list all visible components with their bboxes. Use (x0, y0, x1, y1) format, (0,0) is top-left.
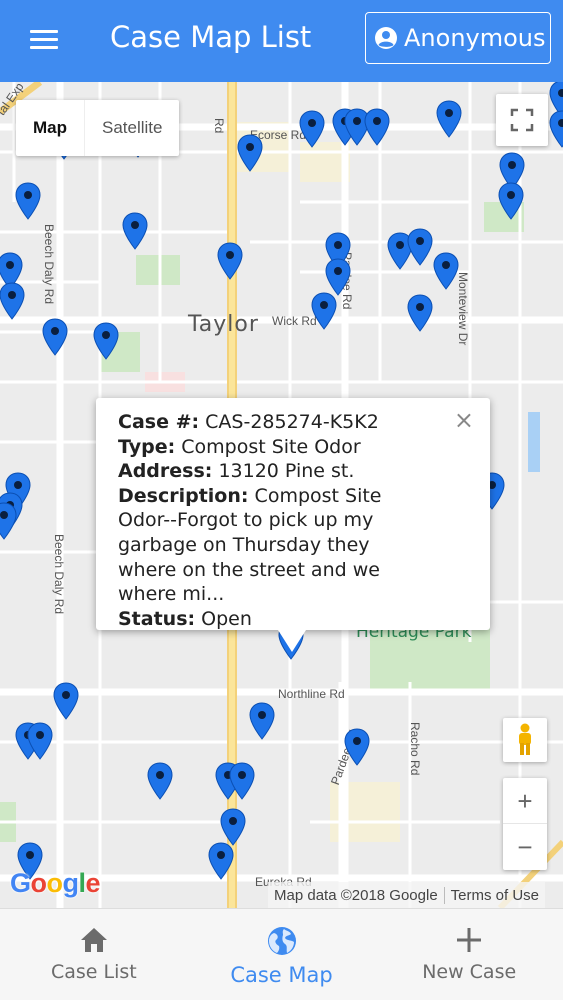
map-canvas[interactable]: Ecorse Rd Wick Rd Northline Rd Eureka Rd… (0, 82, 563, 908)
case-pin-marker[interactable] (229, 762, 255, 800)
account-label: Anonymous (404, 24, 546, 52)
case-pin-marker[interactable] (407, 228, 433, 266)
fullscreen-button[interactable] (496, 94, 548, 146)
case-pin-marker[interactable] (15, 182, 41, 220)
case-pin-marker[interactable] (498, 182, 524, 220)
nav-case-map-label: Case Map (230, 963, 333, 987)
case-pin-marker[interactable] (53, 682, 79, 720)
case-pin-marker[interactable] (42, 318, 68, 356)
road-label-beech-daly-2: Beech Daly Rd (52, 534, 66, 615)
google-logo: Google (10, 868, 101, 898)
road-label-northline: Northline Rd (278, 687, 345, 701)
map-type-satellite-button[interactable]: Satellite (85, 100, 179, 156)
map-type-map-button[interactable]: Map (16, 100, 85, 156)
case-pin-marker[interactable] (220, 808, 246, 846)
case-pin-marker[interactable] (122, 212, 148, 250)
road-label-racho: Racho Rd (408, 722, 422, 776)
info-case-number: CAS-285274-K5K2 (205, 411, 379, 433)
zoom-in-button[interactable]: + (503, 778, 547, 824)
road-label-wick: Wick Rd (272, 314, 317, 328)
globe-icon (267, 927, 296, 955)
plus-icon (457, 928, 482, 952)
case-pin-marker[interactable] (0, 502, 17, 540)
zoom-out-button[interactable]: − (503, 824, 547, 870)
case-pin-marker[interactable] (344, 728, 370, 766)
case-pin-marker[interactable] (0, 282, 25, 320)
info-address-value: 13120 Pine st. (218, 460, 355, 483)
case-pin-marker[interactable] (433, 252, 459, 290)
home-icon (80, 928, 107, 952)
case-pin-marker[interactable] (249, 702, 275, 740)
menu-button[interactable] (22, 22, 64, 60)
case-pin-marker[interactable] (208, 842, 234, 880)
info-window-pointer (278, 630, 306, 652)
case-pin-marker[interactable] (27, 722, 53, 760)
hamburger-icon (30, 30, 58, 33)
info-case-row: Case #: CAS-285274-K5K2 (118, 411, 379, 433)
nav-new-case-label: New Case (422, 961, 517, 983)
nav-case-list-label: Case List (50, 961, 137, 983)
terms-of-use-link[interactable]: Terms of Use (443, 886, 545, 904)
case-pin-marker[interactable] (299, 110, 325, 148)
road-label-beech-daly-1: Beech Daly Rd (42, 224, 56, 305)
nav-case-map[interactable]: Case Map (188, 909, 376, 1000)
map-attribution: Map data ©2018 Google Terms of Use (268, 882, 546, 908)
street-view-pegman[interactable] (503, 718, 547, 762)
case-pin-marker[interactable] (217, 242, 243, 280)
case-pin-marker[interactable] (93, 322, 119, 360)
case-pin-marker[interactable] (364, 108, 390, 146)
case-pin-marker[interactable] (407, 294, 433, 332)
city-label: Taylor (188, 312, 259, 337)
case-pin-marker[interactable] (237, 134, 263, 172)
info-address-row: Address: 13120 Pine st. (118, 460, 355, 483)
zoom-control: + − (503, 778, 547, 870)
case-pin-marker[interactable] (325, 258, 351, 296)
account-button[interactable]: Anonymous (365, 12, 551, 64)
case-pin-marker[interactable] (549, 110, 563, 148)
fullscreen-icon (510, 108, 534, 132)
close-icon[interactable]: × (454, 408, 474, 433)
info-status-value: Open (201, 607, 252, 630)
app-bar: Case Map List Anonymous (0, 0, 563, 82)
user-circle-icon (375, 27, 397, 49)
info-type-value: Compost Site Odor (181, 435, 361, 458)
case-info-window: Case #: CAS-285274-K5K2 Type: Compost Si… (96, 398, 490, 652)
map-type-control: Map Satellite (16, 100, 180, 156)
page-title: Case Map List (110, 20, 312, 54)
bottom-nav: Case List Case Map New Case (0, 908, 563, 1000)
info-description-row: Description: Compost Site Odor--Forgot t… (118, 484, 382, 606)
info-type-row: Type: Compost Site Odor (118, 435, 361, 458)
case-pin-marker[interactable] (147, 762, 173, 800)
nav-new-case[interactable]: New Case (375, 909, 563, 1000)
map-data-credit: Map data ©2018 Google (274, 886, 438, 904)
case-pin-marker[interactable] (311, 292, 337, 330)
pegman-icon (519, 723, 531, 755)
nav-case-list[interactable]: Case List (0, 909, 188, 1000)
road-label-rd: Rd (212, 118, 226, 134)
case-pin-marker[interactable] (436, 100, 462, 138)
info-status-row: Status: Open (118, 607, 252, 630)
